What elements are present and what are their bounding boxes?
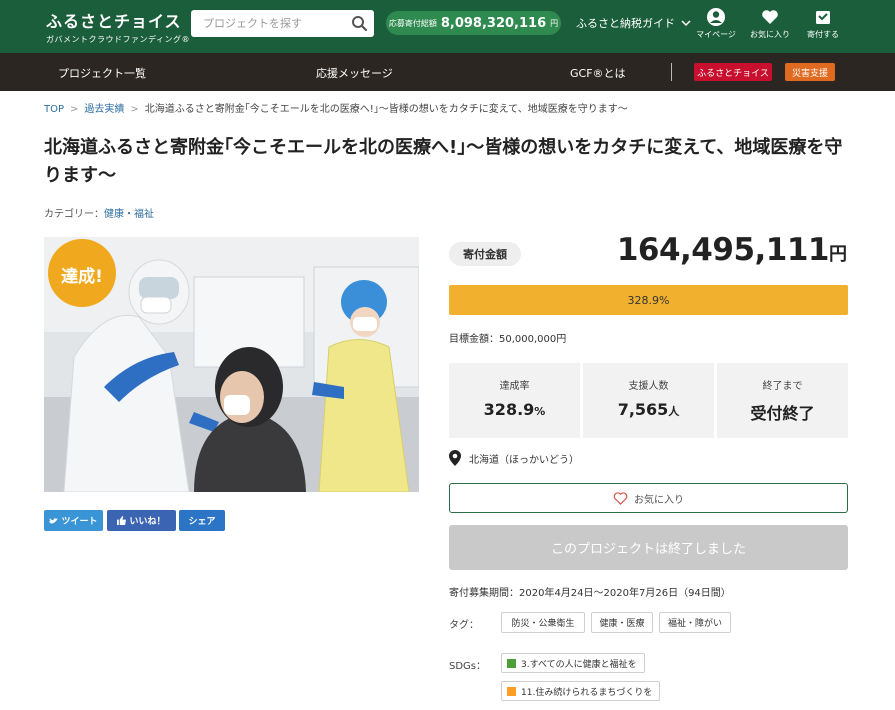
breadcrumb-separator: > [70,104,79,115]
gift-box-icon [816,11,830,24]
thumbs-up-icon [117,516,127,525]
sdg-goal-11-icon [507,686,516,696]
tags-label: タグ： [449,620,479,631]
location-text: 北海道（ほっかいどう） [469,454,579,466]
progress-bar: 328.9% [449,285,848,315]
donation-period: 寄付募集期間：2020年4月24日～2020年7月26日（94日間） [449,588,731,599]
stat-label: 達成率 [499,381,530,392]
heart-outline-icon [613,491,628,505]
person-icon [707,8,725,26]
mypage-label: マイページ [696,30,736,39]
stat-time-left: 終了まで 受付終了 [717,363,848,438]
like-button[interactable]: いいね！ [107,510,176,531]
breadcrumb: TOP > 過去実績 > 北海道ふるさと寄附金｢今こそエールを北の医療へ!｣〜皆様の想い… [44,100,628,115]
progress-text: 328.9% [627,293,670,307]
category-link[interactable]: 健康・福祉 [104,209,154,220]
stat-label: 支援人数 [628,381,669,392]
top-header: ふるさとチョイス ガバメントクラウドファンディング® 応募寄付総額 8,098,… [0,0,895,53]
project-ended-button[interactable]: このプロジェクトは終了しました [449,525,848,570]
add-favorite-label: お気に入り [634,494,684,506]
stats-panel: 達成率 328.9% 支援人数 7,565人 終了まで 受付終了 [449,363,848,438]
sdg-item-11[interactable]: 11.住み続けられるまちづくりを [501,681,661,701]
tweet-label: ツイート [61,517,98,527]
breadcrumb-past[interactable]: 過去実績 [84,104,124,115]
stat-value: 7,565人 [617,400,680,419]
goal-amount: 目標金額：50,000,000円 [449,334,567,345]
search-box [191,10,374,37]
favorites-label: お気に入り [750,30,790,39]
total-donation-unit: 円 [550,18,559,28]
total-donation-label: 応募寄付総額 [388,18,437,28]
furusato-guide-label: ふるさと納税ガイド [576,17,675,30]
stat-label: 終了まで [762,381,803,392]
site-logo[interactable]: ふるさとチョイス ガバメントクラウドファンディング® [46,8,190,45]
donation-amount-unit: 円 [829,244,847,265]
nav-item-about-gcf[interactable]: GCF®とは [570,65,626,81]
add-favorite-button[interactable]: お気に入り [449,483,848,513]
mypage-link[interactable]: マイページ [690,7,742,40]
breadcrumb-top[interactable]: TOP [44,104,64,115]
sdg-item-3[interactable]: 3.すべての人に健康と福祉を [501,653,645,673]
stat-supporters: 支援人数 7,565人 [583,363,714,438]
tag-disaster-public-health[interactable]: 防災・公衆衛生 [501,612,585,633]
page-title: 北海道ふるさと寄附金｢今こそエールを北の医療へ!｣〜皆様の想いをカタチに変えて、… [44,137,843,186]
furusato-guide-menu[interactable]: ふるさと納税ガイド [576,15,691,31]
share-button[interactable]: シェア [179,510,225,531]
twitter-bird-icon [49,517,59,524]
achieved-badge: 達成! [61,267,103,287]
total-donation-badge: 応募寄付総額 8,098,320,116 円 [386,11,561,35]
amount-label: 寄付金額 [449,242,521,266]
search-input[interactable] [191,10,341,37]
furusato-choice-button[interactable]: ふるさとチョイス [694,63,772,81]
sdg-label: 11.住み続けられるまちづくりを [521,687,653,698]
tag-welfare-disability[interactable]: 福祉・障がい [659,612,731,633]
breadcrumb-current: 北海道ふるさと寄附金｢今こそエールを北の医療へ!｣〜皆様の想いをカタチに変えて、… [144,104,628,115]
tag-health-medical[interactable]: 健康・医療 [591,612,653,633]
main-nav: プロジェクト一覧 応援メッセージ GCF®とは ふるさとチョイス 災害支援 [0,53,895,91]
category: カテゴリー：健康・福祉 [44,205,154,220]
sdg-label: 3.すべての人に健康と福祉を [521,659,637,670]
like-label: いいね！ [129,517,166,527]
logo-sub-text: ガバメントクラウドファンディング® [46,35,190,44]
nav-item-projects[interactable]: プロジェクト一覧 [58,65,146,81]
sdgs-label: SDGs： [449,661,487,672]
stat-value: 328.9% [483,400,546,419]
donation-amount-value: 164,495,111 [616,232,830,268]
stat-achievement-rate: 達成率 328.9% [449,363,580,438]
stat-value: 受付終了 [750,404,815,423]
total-donation-amount: 8,098,320,116 [440,15,547,31]
map-pin-icon [449,450,461,466]
disaster-support-button[interactable]: 災害支援 [785,63,835,81]
breadcrumb-separator: > [130,104,139,115]
favorites-link[interactable]: お気に入り [744,7,796,40]
logo-main-text: ふるさとチョイス [46,12,182,31]
nav-divider [671,63,672,81]
donate-link[interactable]: 寄付する [797,7,849,40]
heart-icon [762,10,778,24]
donate-label: 寄付する [807,30,839,39]
tweet-button[interactable]: ツイート [44,510,103,531]
nav-item-messages[interactable]: 応援メッセージ [316,65,393,81]
location: 北海道（ほっかいどう） [449,450,579,466]
donation-amount: 164,495,111円 [617,232,847,268]
search-icon[interactable] [351,15,368,32]
project-photo: 達成! [44,237,419,492]
sdg-goal-3-icon [507,658,516,668]
category-label: カテゴリー： [44,209,104,220]
